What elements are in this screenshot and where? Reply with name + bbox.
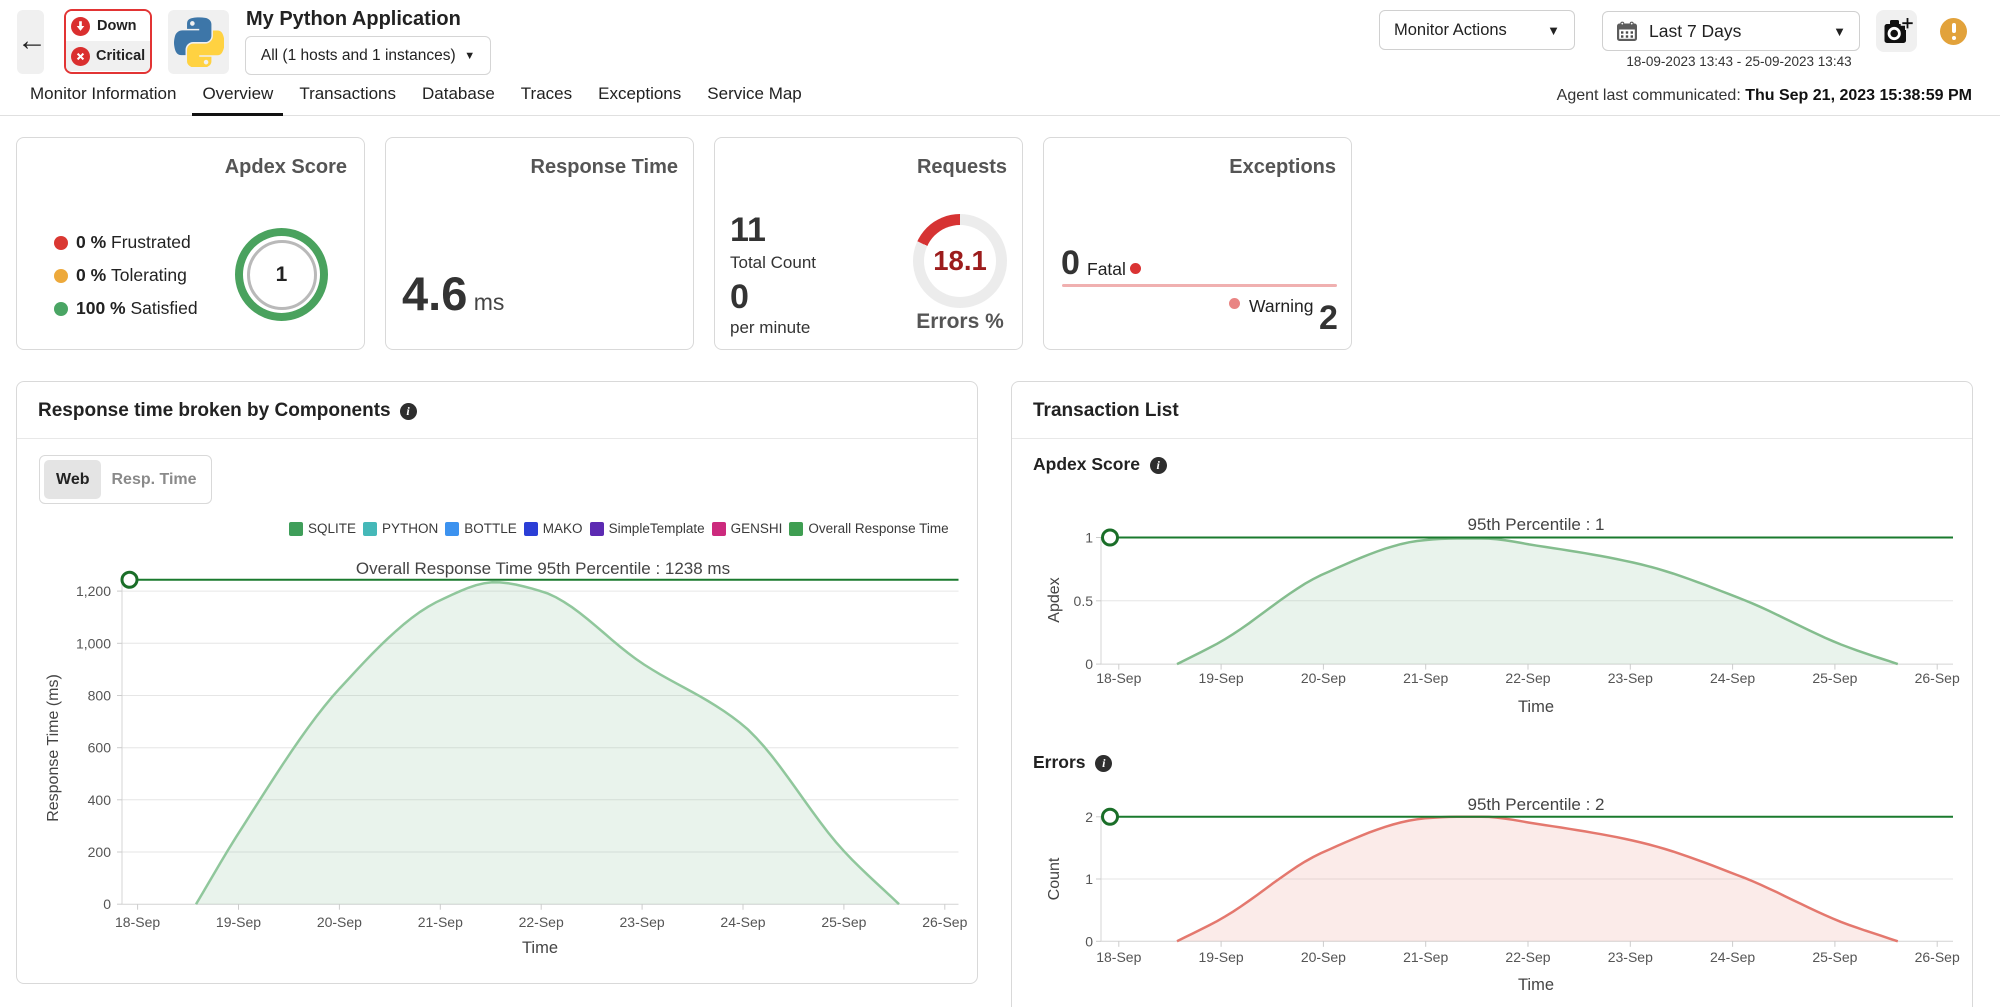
svg-text:21-Sep: 21-Sep [1403, 670, 1448, 686]
svg-text:18-Sep: 18-Sep [1096, 670, 1141, 686]
svg-text:Time: Time [1518, 698, 1554, 716]
svg-text:25-Sep: 25-Sep [1812, 949, 1857, 965]
svg-text:18-Sep: 18-Sep [1096, 949, 1141, 965]
svg-text:20-Sep: 20-Sep [1301, 670, 1346, 686]
svg-text:Time: Time [522, 939, 558, 957]
svg-text:2: 2 [1085, 809, 1093, 825]
svg-text:95th Percentile : 2: 95th Percentile : 2 [1467, 795, 1604, 814]
svg-text:26-Sep: 26-Sep [922, 914, 967, 930]
svg-text:Time: Time [1518, 976, 1554, 994]
svg-text:21-Sep: 21-Sep [1403, 949, 1448, 965]
svg-text:19-Sep: 19-Sep [216, 914, 261, 930]
svg-text:20-Sep: 20-Sep [1301, 949, 1346, 965]
svg-text:1,200: 1,200 [76, 583, 111, 599]
svg-text:1: 1 [1085, 530, 1093, 546]
svg-text:0: 0 [1085, 656, 1093, 672]
svg-text:Apdex: Apdex [1046, 577, 1063, 622]
svg-text:18-Sep: 18-Sep [115, 914, 160, 930]
svg-text:24-Sep: 24-Sep [1710, 670, 1755, 686]
svg-text:95th Percentile : 1: 95th Percentile : 1 [1467, 515, 1604, 534]
svg-text:26-Sep: 26-Sep [1915, 670, 1960, 686]
svg-text:23-Sep: 23-Sep [1608, 949, 1653, 965]
svg-text:800: 800 [88, 688, 112, 704]
svg-text:23-Sep: 23-Sep [1608, 670, 1653, 686]
svg-text:Overall Response Time 95th Per: Overall Response Time 95th Percentile : … [356, 559, 730, 578]
svg-text:1: 1 [1085, 871, 1093, 887]
svg-text:0.5: 0.5 [1074, 593, 1094, 609]
svg-text:22-Sep: 22-Sep [1505, 670, 1550, 686]
svg-text:400: 400 [88, 792, 112, 808]
svg-text:0: 0 [1085, 933, 1093, 949]
svg-text:200: 200 [88, 844, 112, 860]
svg-text:22-Sep: 22-Sep [519, 914, 564, 930]
svg-text:25-Sep: 25-Sep [821, 914, 866, 930]
svg-text:19-Sep: 19-Sep [1199, 949, 1244, 965]
svg-text:25-Sep: 25-Sep [1812, 670, 1857, 686]
svg-text:22-Sep: 22-Sep [1505, 949, 1550, 965]
svg-text:600: 600 [88, 740, 112, 756]
svg-text:20-Sep: 20-Sep [317, 914, 362, 930]
svg-text:23-Sep: 23-Sep [620, 914, 665, 930]
svg-text:24-Sep: 24-Sep [1710, 949, 1755, 965]
svg-text:0: 0 [103, 896, 111, 912]
svg-text:19-Sep: 19-Sep [1199, 670, 1244, 686]
svg-text:26-Sep: 26-Sep [1915, 949, 1960, 965]
svg-text:21-Sep: 21-Sep [418, 914, 463, 930]
svg-text:24-Sep: 24-Sep [720, 914, 765, 930]
svg-text:Response Time (ms): Response Time (ms) [45, 674, 62, 822]
svg-text:Count: Count [1046, 857, 1063, 900]
svg-text:1,000: 1,000 [76, 635, 111, 651]
